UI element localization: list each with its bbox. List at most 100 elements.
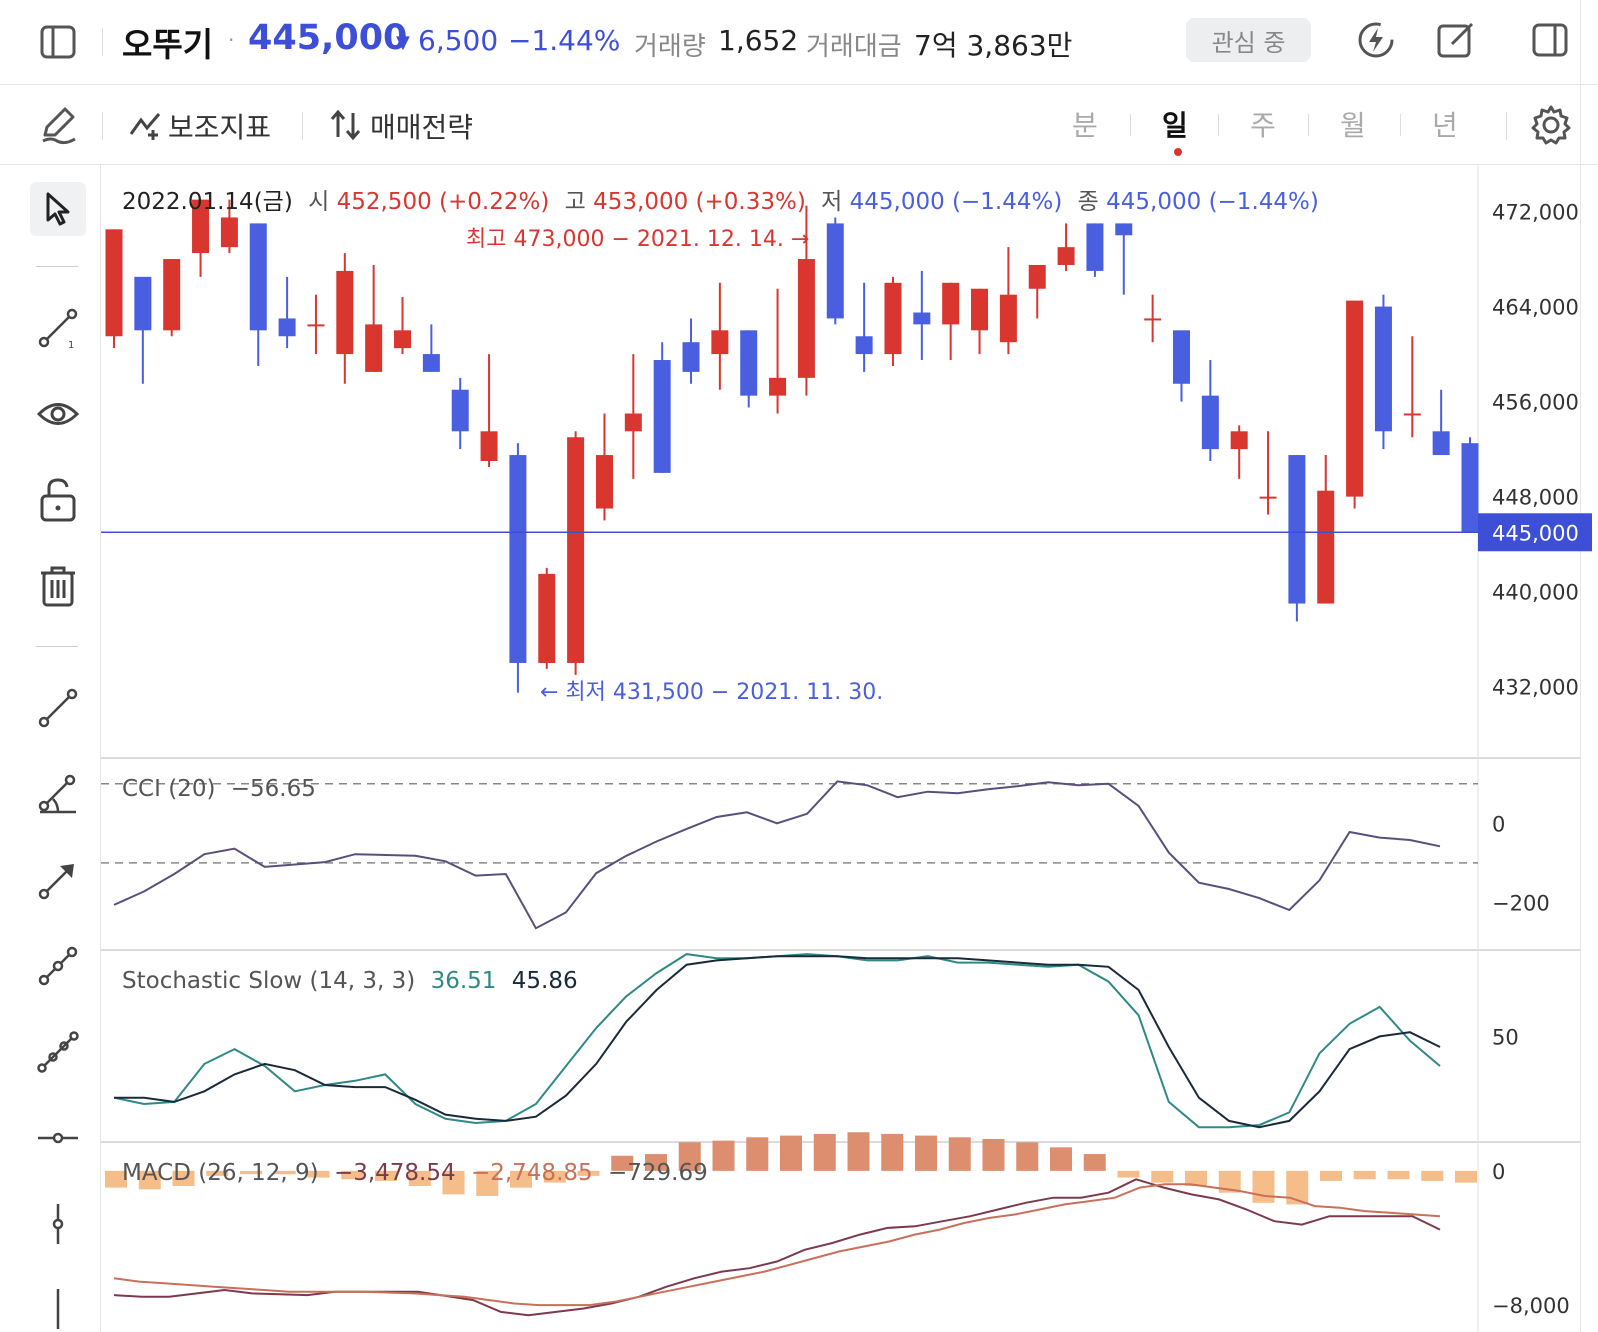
- candle-body: [1115, 223, 1133, 236]
- macd-histogram-bar: [746, 1137, 769, 1171]
- macd-histogram-bar: [712, 1140, 735, 1171]
- candle-body: [1461, 443, 1479, 533]
- candle-body: [1288, 455, 1306, 604]
- candle-body: [1230, 431, 1248, 450]
- macd-series-line: [113, 1178, 1441, 1317]
- candle-body: [711, 330, 729, 355]
- y-tick-label: 472,000: [1492, 201, 1579, 225]
- macd-histogram-bar: [948, 1137, 971, 1171]
- ohlc-legend: 2022.01.14(금) 시 452,500 (+0.22%) 고 453,0…: [122, 182, 1319, 216]
- macd-histogram-bar: [1320, 1170, 1342, 1181]
- macd-signal-value: −2,748.85: [470, 1160, 593, 1186]
- cci-value: −56.65: [230, 776, 316, 802]
- candle-body: [336, 270, 354, 355]
- high-label: 고: [564, 189, 586, 215]
- candle-body: [1028, 264, 1046, 289]
- macd-histogram-bar: [1016, 1142, 1039, 1171]
- macd-hist-value: −729.69: [607, 1160, 708, 1186]
- candle-body: [740, 330, 758, 396]
- macd-histogram-bar: [780, 1135, 802, 1171]
- candle-body: [595, 455, 613, 509]
- y-tick-label: −200: [1492, 892, 1550, 916]
- min-price-annotation: ← 최저 431,500 − 2021. 11. 30.: [540, 680, 884, 705]
- candle-body: [422, 354, 440, 372]
- candle-body: [653, 360, 671, 473]
- candle-body: [769, 377, 787, 396]
- y-tick-label: −8,000: [1492, 1294, 1570, 1318]
- macd-histogram-bar: [982, 1138, 1005, 1171]
- ohlc-date: 2022.01.14(금): [122, 189, 293, 215]
- y-tick-label: 0: [1492, 1160, 1505, 1184]
- macd-label: MACD (26, 12, 9): [122, 1160, 319, 1186]
- y-tick-label: 50: [1492, 1025, 1519, 1049]
- candle-body: [1374, 306, 1392, 432]
- macd-histogram-bar: [1421, 1170, 1444, 1181]
- macd-histogram-bar: [1050, 1147, 1072, 1171]
- candle-body: [999, 294, 1017, 343]
- y-tick-label: 0: [1492, 812, 1505, 836]
- macd-histogram-bar: [915, 1135, 937, 1171]
- candle-body: [1086, 223, 1104, 271]
- candle-body: [307, 324, 325, 327]
- stochastic-k-value: 36.51: [430, 968, 497, 994]
- candle-body: [278, 318, 296, 337]
- candle-body: [884, 282, 902, 355]
- macd-histogram-bar: [1117, 1170, 1140, 1178]
- high-value: 453,000 (+0.33%): [593, 189, 806, 215]
- macd-histogram-bar: [1455, 1170, 1477, 1183]
- candle-body: [365, 324, 383, 372]
- candle-body: [538, 573, 556, 663]
- indicator-series-line: [113, 780, 1441, 930]
- macd-histogram-bar: [881, 1133, 904, 1171]
- open-label: 시: [308, 189, 330, 215]
- macd-histogram-bar: [813, 1133, 836, 1171]
- candle-body: [220, 217, 238, 248]
- candle-body: [249, 223, 267, 331]
- macd-histogram-bar: [1387, 1170, 1410, 1180]
- candle-body: [913, 312, 931, 325]
- cci-legend: CCI (20) −56.65: [122, 776, 316, 802]
- candle-body: [1172, 330, 1190, 384]
- candle-body: [1432, 431, 1450, 456]
- candle-body: [451, 389, 469, 432]
- macd-histogram-bar: [1353, 1170, 1376, 1180]
- y-tick-label: 456,000: [1492, 391, 1579, 415]
- candle-body: [826, 223, 844, 319]
- candle-body: [509, 455, 527, 663]
- macd-histogram-bar: [1252, 1170, 1275, 1203]
- candle-body: [1144, 318, 1162, 321]
- candle-body: [1346, 300, 1364, 497]
- macd-histogram-bar: [1083, 1154, 1106, 1171]
- candle-body: [1259, 496, 1277, 499]
- candle-body: [1317, 490, 1335, 604]
- close-value: 445,000 (−1.44%): [1106, 189, 1319, 215]
- stochastic-legend: Stochastic Slow (14, 3, 3) 36.51 45.86: [122, 968, 578, 994]
- stochastic-d-value: 45.86: [511, 968, 578, 994]
- candle-body: [394, 330, 412, 349]
- stochastic-label: Stochastic Slow (14, 3, 3): [122, 968, 416, 994]
- macd-histogram-bar: [1151, 1170, 1174, 1183]
- open-value: 452,500 (+0.22%): [336, 189, 550, 215]
- y-tick-label: 432,000: [1492, 676, 1579, 700]
- candle-body: [1201, 395, 1219, 450]
- max-price-annotation: 최고 473,000 − 2021. 12. 14. →: [466, 227, 810, 252]
- y-tick-label: 448,000: [1492, 486, 1579, 510]
- candle-body: [971, 288, 989, 331]
- macd-value: −3,478.54: [333, 1160, 456, 1186]
- y-tick-label: 464,000: [1492, 296, 1579, 320]
- close-label: 종: [1077, 189, 1099, 215]
- candle-body: [855, 336, 873, 355]
- macd-histogram-bar: [847, 1132, 870, 1171]
- candle-body: [105, 229, 123, 337]
- candle-body: [942, 282, 960, 325]
- candle-body: [624, 413, 642, 432]
- candle-body: [1057, 247, 1075, 265]
- macd-series-line: [113, 1183, 1441, 1307]
- y-tick-label: 440,000: [1492, 581, 1579, 605]
- candle-body: [567, 437, 585, 663]
- low-value: 445,000 (−1.44%): [849, 189, 1063, 215]
- candle-body: [682, 342, 700, 372]
- candle-body: [480, 431, 498, 461]
- current-price-label: 445,000: [1492, 521, 1579, 545]
- low-label: 저: [821, 189, 843, 215]
